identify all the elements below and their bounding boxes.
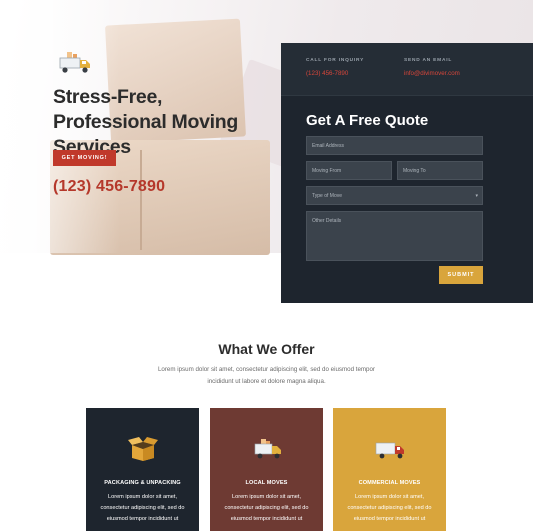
moving-to-field[interactable]: Moving To xyxy=(397,161,483,180)
other-details-textarea[interactable]: Other Details xyxy=(306,211,483,261)
chevron-down-icon: ▾ xyxy=(475,193,478,199)
service-card-packaging[interactable]: PACKAGING & UNPACKING Lorem ipsum dolor … xyxy=(86,408,199,531)
service-card-commercial[interactable]: COMMERCIAL MOVES Lorem ipsum dolor sit a… xyxy=(333,408,446,531)
type-of-move-select[interactable]: Type of Move ▾ xyxy=(306,186,483,205)
moving-to-placeholder: Moving To xyxy=(403,168,426,174)
quote-title: Get A Free Quote xyxy=(306,112,429,129)
email-link[interactable]: info@divimover.com xyxy=(404,70,460,77)
card-title: PACKAGING & UNPACKING xyxy=(104,480,181,486)
offer-title: What We Offer xyxy=(218,341,315,357)
other-details-placeholder: Other Details xyxy=(312,218,342,224)
get-moving-button[interactable]: GET MOVING! xyxy=(53,150,116,166)
inquiry-label: CALL FOR INQUIRY xyxy=(306,58,365,63)
quote-form-panel: CALL FOR INQUIRY (123) 456-7890 SEND AN … xyxy=(281,43,533,303)
service-card-local[interactable]: LOCAL MOVES Lorem ipsum dolor sit amet, … xyxy=(210,408,323,531)
card-body: Lorem ipsum dolor sit amet, consectetur … xyxy=(100,494,185,522)
card-title: LOCAL MOVES xyxy=(245,480,288,486)
contact-strip: CALL FOR INQUIRY (123) 456-7890 SEND AN … xyxy=(281,43,533,96)
box-icon xyxy=(128,437,158,461)
hero-title: Stress-Free, Professional Moving Service… xyxy=(53,86,238,158)
truck-icon xyxy=(59,52,90,73)
type-of-move-value: Type of Move xyxy=(312,193,343,199)
hero-phone[interactable]: (123) 456-7890 xyxy=(53,178,165,196)
card-title: COMMERCIAL MOVES xyxy=(358,480,421,486)
email-placeholder: Email Address xyxy=(312,143,344,149)
moving-from-placeholder: Moving From xyxy=(312,168,342,174)
submit-button[interactable]: SUBMIT xyxy=(439,266,483,284)
email-label: SEND AN EMAIL xyxy=(404,58,453,63)
truck-icon xyxy=(254,439,281,459)
email-field[interactable]: Email Address xyxy=(306,136,483,155)
moving-from-field[interactable]: Moving From xyxy=(306,161,392,180)
card-body: Lorem ipsum dolor sit amet, consectetur … xyxy=(347,494,432,522)
offer-description: Lorem ipsum dolor sit amet, consectetur … xyxy=(157,366,375,385)
inquiry-phone-link[interactable]: (123) 456-7890 xyxy=(306,70,348,77)
hero-section: Stress-Free, Professional Moving Service… xyxy=(0,0,533,303)
truck-icon xyxy=(375,442,404,459)
card-body: Lorem ipsum dolor sit amet, consectetur … xyxy=(224,494,309,522)
